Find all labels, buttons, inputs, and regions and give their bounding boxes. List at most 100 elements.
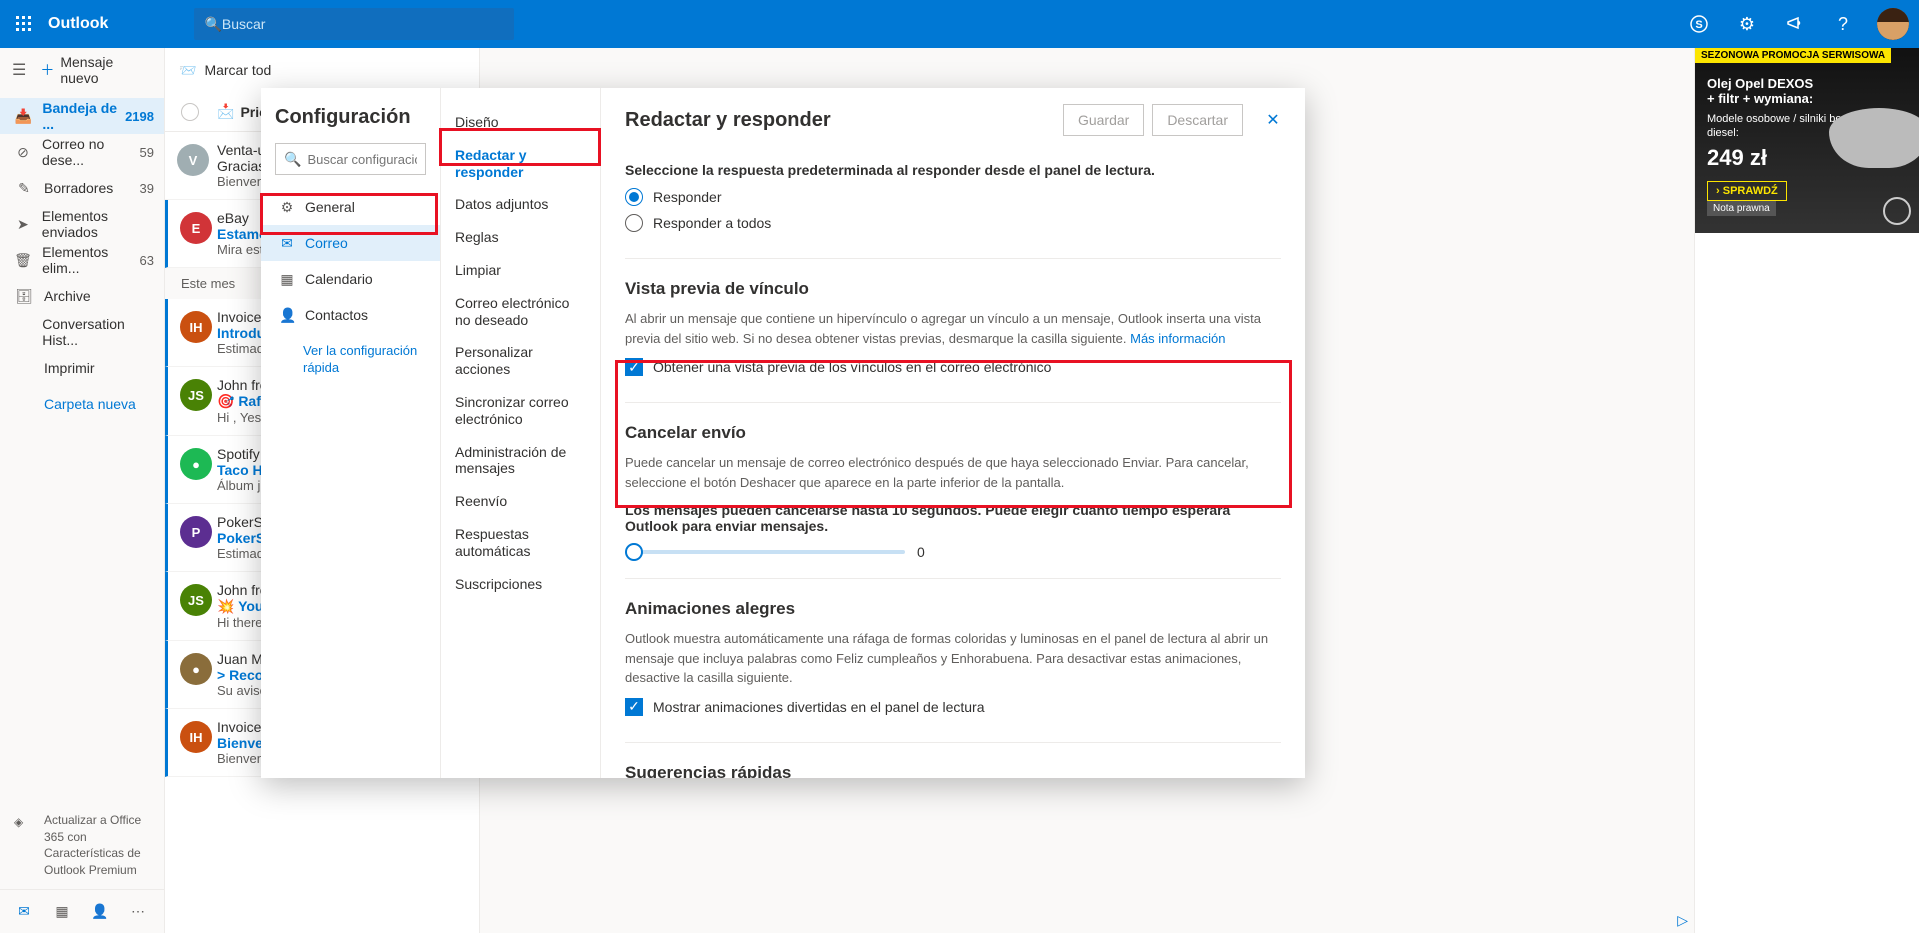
settings-subcategory-item[interactable]: Administración de mensajes [455,436,586,486]
section-undo-send: Cancelar envío [625,423,1281,443]
ad-car-image [1829,108,1919,168]
category-icon: 👤 [279,307,295,324]
upgrade-promo[interactable]: ◈ Actualizar a Office 365 con Caracterís… [0,800,164,889]
diamond-icon: ◈ [14,814,23,831]
category-icon: ▦ [279,271,295,288]
settings-subcategory-item[interactable]: Reenvío [455,485,586,518]
settings-subcategory-item[interactable]: Suscripciones [455,568,586,601]
sender-avatar: JS [180,584,212,616]
brand-label: Outlook [48,15,124,33]
ad-banner[interactable]: SEZONOWA PROMOCJA SERWISOWA Olej Opel DE… [1695,48,1919,233]
content-title: Redactar y responder [625,109,831,132]
slider-value: 0 [917,544,925,560]
settings-subcategory-item[interactable]: Sincronizar correo electrónico [455,386,586,436]
folder-item[interactable]: ⊘Correo no dese...59 [0,134,164,170]
checkbox-checked-icon: ✓ [625,698,643,716]
section-link-preview: Vista previa de vínculo [625,279,1281,299]
close-button[interactable]: ✕ [1261,110,1285,130]
sender-avatar: JS [180,379,212,411]
folder-item[interactable]: ✎Borradores39 [0,170,164,206]
settings-subcategory-item[interactable]: Limpiar [455,254,586,287]
settings-subcategory-item[interactable]: Datos adjuntos [455,188,586,221]
folder-count: 39 [140,181,154,196]
settings-categories: Configuración 🔍 ⚙General✉Correo▦Calendar… [261,88,441,778]
nav-people-icon[interactable]: 👤 [88,903,112,920]
discard-button[interactable]: Descartar [1152,104,1243,136]
folder-label: Archive [44,288,91,304]
sender-avatar: ● [180,653,212,685]
settings-subcategories: DiseñoRedactar y responderDatos adjuntos… [441,88,601,778]
search-input[interactable] [222,16,505,32]
sender-avatar: ● [180,448,212,480]
settings-search[interactable]: 🔍 [275,143,426,175]
reply-option[interactable]: Responder [625,188,1281,206]
settings-title: Configuración [275,106,426,129]
checkbox-checked-icon: ✓ [625,358,643,376]
settings-search-input[interactable] [307,152,417,167]
folder-icon: 📥 [14,108,32,125]
new-message-button[interactable]: ＋Mensaje nuevo [40,54,152,86]
sender-avatar: E [180,212,212,244]
link-more-info[interactable]: Más información [1130,331,1225,346]
ad-panel: SEZONOWA PROMOCJA SERWISOWA Olej Opel DE… [1694,48,1919,933]
nav-more-icon[interactable]: ⋯ [126,903,150,920]
app-launcher[interactable] [0,0,48,48]
undo-send-slider[interactable] [625,550,905,554]
folder-icon: 🗄 [14,288,34,305]
settings-subcategory-item[interactable]: Reglas [455,221,586,254]
folder-item[interactable]: Conversation Hist... [0,314,164,350]
folder-item[interactable]: Imprimir [0,350,164,386]
settings-dialog: Configuración 🔍 ⚙General✉Correo▦Calendar… [261,88,1305,778]
settings-subcategory-item[interactable]: Respuestas automáticas [455,518,586,568]
folder-item[interactable]: 🗄 Archive [0,278,164,314]
quick-settings-link[interactable]: Ver la configuración rápida [275,343,426,377]
save-button[interactable]: Guardar [1063,104,1144,136]
folder-label: Elementos elim... [42,244,139,276]
search-box[interactable]: 🔍 [194,8,514,40]
ad-legal: Nota prawna [1707,201,1776,216]
nav-mail-icon[interactable]: ✉ [12,903,36,920]
settings-category-item[interactable]: ▦Calendario [275,261,426,297]
user-avatar[interactable] [1877,8,1909,40]
folder-item[interactable]: 🗑Elementos elim...63 [0,242,164,278]
settings-category-item[interactable]: 👤Contactos [275,297,426,333]
folder-label: Bandeja de ... [42,100,125,132]
opel-logo [1883,197,1911,225]
new-folder-link[interactable]: Carpeta nueva [0,386,164,422]
mark-all-read-button[interactable]: 📨 Marcar tod [179,62,271,79]
settings-subcategory-item[interactable]: Correo electrónico no deseado [455,287,586,337]
hamburger-icon[interactable]: ☰ [12,60,26,80]
search-icon: 🔍 [204,16,221,33]
ad-cta-button[interactable]: › SPRAWDŹ [1707,181,1787,201]
settings-subcategory-item[interactable]: Personalizar acciones [455,336,586,386]
reply-all-option[interactable]: Responder a todos [625,214,1281,232]
select-all-checkbox[interactable] [181,103,199,121]
folder-pane: ☰ ＋Mensaje nuevo 📥 Bandeja de ...2198 ⊘Cor… [0,48,165,933]
ad-head: SEZONOWA PROMOCJA SERWISOWA [1695,48,1891,63]
settings-category-item[interactable]: ✉Correo [261,225,440,261]
sender-avatar: IH [180,311,212,343]
animations-checkbox[interactable]: ✓ Mostrar animaciones divertidas en el p… [625,698,1281,716]
settings-subcategory-item[interactable]: Redactar y responder [455,139,586,189]
folder-count: 63 [140,253,154,268]
sender-avatar: P [180,516,212,548]
settings-category-item[interactable]: ⚙General [275,189,426,225]
megaphone-icon[interactable] [1771,0,1819,48]
folder-item[interactable]: 📥 Bandeja de ...2198 [0,98,164,134]
folder-item[interactable]: ➤Elementos enviados [0,206,164,242]
nav-calendar-icon[interactable]: ▦ [50,903,74,920]
settings-subcategory-item[interactable]: Diseño [455,106,586,139]
link-preview-checkbox[interactable]: ✓ Obtener una vista previa de los víncul… [625,358,1281,376]
folder-icon: ⊘ [14,144,32,161]
help-icon[interactable]: ? [1819,0,1867,48]
folder-label: Conversation Hist... [42,316,154,348]
slider-thumb[interactable] [625,543,643,561]
settings-icon[interactable]: ⚙ [1723,0,1771,48]
sender-avatar: IH [180,721,212,753]
adchoices-icon[interactable]: ▷ [1677,912,1688,929]
skype-icon[interactable]: S [1675,0,1723,48]
radio-checked-icon [625,188,643,206]
radio-icon [625,214,643,232]
folder-count: 2198 [125,109,154,124]
folder-label: Elementos enviados [42,208,154,240]
